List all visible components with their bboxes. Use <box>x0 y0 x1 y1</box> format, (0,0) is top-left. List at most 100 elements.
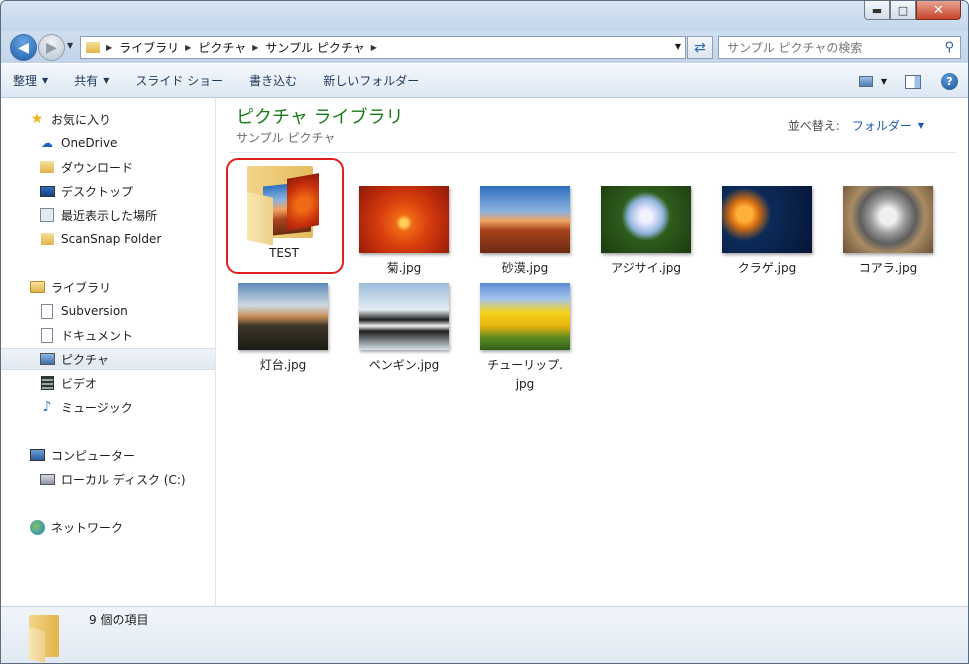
breadcrumb-label[interactable]: ピクチャ <box>198 39 246 56</box>
address-history-dropdown[interactable]: ▼ <box>675 42 681 51</box>
file-name: 砂漠.jpg <box>501 261 549 275</box>
sidebar-item-label: ScanSnap Folder <box>61 232 162 246</box>
computer-icon <box>29 447 45 463</box>
sidebar-item-recent-places[interactable]: 最近表示した場所 <box>1 204 215 226</box>
address-bar-area: ◀ ▶ ▼ ▶ ライブラリ ▶ ピクチャ ▶ サンプル ピクチャ ▶ ▼ ⇄ サ… <box>1 31 968 63</box>
sidebar-item-onedrive[interactable]: ☁ OneDrive <box>1 132 215 154</box>
file-item-koala[interactable]: コアラ.jpg <box>828 186 948 277</box>
folder-icon <box>39 231 55 247</box>
sidebar-item-videos[interactable]: ビデオ <box>1 372 215 394</box>
item-count: 9 個の項目 <box>89 613 149 627</box>
file-name: アジサイ.jpg <box>611 261 681 275</box>
preview-pane-icon[interactable] <box>905 74 921 89</box>
sidebar-header-libraries[interactable]: ライブラリ <box>1 276 215 298</box>
sidebar-item-label: OneDrive <box>61 136 118 150</box>
title-bar[interactable]: ▬ □ ✕ <box>1 1 968 31</box>
chevron-down-icon[interactable]: ▼ <box>918 121 924 130</box>
chevron-right-icon[interactable]: ▶ <box>106 43 112 52</box>
music-note-icon: ♪ <box>42 399 52 415</box>
view-controls: ▼ ? <box>858 73 958 90</box>
burn-button[interactable]: 書き込む <box>249 72 297 89</box>
refresh-button[interactable]: ⇄ <box>687 36 713 59</box>
sidebar-item-music[interactable]: ♪ ミュージック <box>1 396 215 418</box>
picture-icon <box>39 351 55 367</box>
desktop-icon <box>39 183 55 199</box>
search-input[interactable] <box>727 40 927 55</box>
minimize-button[interactable]: ▬ <box>864 1 890 20</box>
chevron-right-icon[interactable]: ▶ <box>252 43 258 52</box>
file-item-kurage[interactable]: クラゲ.jpg <box>707 186 827 277</box>
sidebar-header-network[interactable]: ネットワーク <box>1 516 215 538</box>
back-button[interactable]: ◀ <box>10 34 37 61</box>
file-item-sabaku[interactable]: 砂漠.jpg <box>465 186 585 277</box>
sidebar-item-scansnap[interactable]: ScanSnap Folder <box>1 228 215 250</box>
star-icon: ★ <box>30 111 44 127</box>
explorer-window: ▬ □ ✕ ◀ ▶ ▼ ▶ ライブラリ ▶ ピクチャ ▶ サンプル ピクチャ ▶ <box>0 0 969 664</box>
new-folder-button[interactable]: 新しいフォルダー <box>323 72 419 89</box>
folder-icon <box>243 162 325 246</box>
breadcrumb-label[interactable]: ライブラリ <box>119 39 179 56</box>
library-icon <box>29 279 45 295</box>
breadcrumb[interactable]: ▶ ライブラリ ▶ ピクチャ ▶ サンプル ピクチャ ▶ ▼ <box>80 36 686 59</box>
file-name: チューリップ. jpg <box>487 358 563 391</box>
sidebar-item-label: ドキュメント <box>61 328 134 343</box>
sidebar-item-label: お気に入り <box>51 112 112 127</box>
chevron-right-icon[interactable]: ▶ <box>371 43 377 52</box>
file-item-tulip[interactable]: チューリップ. jpg <box>465 283 585 394</box>
film-icon <box>39 375 55 391</box>
sidebar-header-favorites[interactable]: ★ お気に入り <box>1 108 215 130</box>
chevron-right-icon[interactable]: ▶ <box>185 43 191 52</box>
search-icon[interactable]: ⚲ <box>944 40 954 55</box>
breadcrumb-item-sample-pictures[interactable]: ▶ サンプル ピクチャ <box>252 39 365 56</box>
maximize-button[interactable]: □ <box>890 1 916 20</box>
sidebar-item-label: コンピューター <box>51 448 136 463</box>
sidebar-header-computer[interactable]: コンピューター <box>1 444 215 466</box>
window-controls: ▬ □ ✕ <box>864 1 961 20</box>
sidebar-item-label: 最近表示した場所 <box>61 208 158 223</box>
file-name: TEST <box>269 246 299 260</box>
refresh-icon: ⇄ <box>694 39 706 56</box>
document-icon <box>39 303 55 319</box>
chevron-down-icon: ▼ <box>42 76 49 85</box>
share-button[interactable]: 共有 ▼ <box>74 72 109 89</box>
breadcrumb-item-libraries[interactable]: ▶ ライブラリ <box>106 39 179 56</box>
file-item-toudai[interactable]: 灯台.jpg <box>223 283 343 374</box>
divider <box>229 152 957 153</box>
slideshow-button[interactable]: スライド ショー <box>135 72 223 89</box>
library-subtitle[interactable]: サンプル ピクチャ <box>236 129 335 146</box>
breadcrumb-item-end[interactable]: ▶ <box>371 43 384 52</box>
change-view-icon[interactable] <box>858 76 873 87</box>
arrow-left-icon: ◀ <box>18 39 29 56</box>
sidebar-item-downloads[interactable]: ダウンロード <box>1 156 215 178</box>
breadcrumb-item-pictures[interactable]: ▶ ピクチャ <box>185 39 246 56</box>
sidebar-item-documents[interactable]: ドキュメント <box>1 324 215 346</box>
image-thumbnail <box>480 283 570 350</box>
file-item-kiku[interactable]: 菊.jpg <box>344 186 464 277</box>
image-thumbnail <box>601 186 691 253</box>
sidebar-item-subversion[interactable]: Subversion <box>1 300 215 322</box>
sidebar-item-label: ローカル ディスク (C:) <box>61 472 186 487</box>
sidebar-item-pictures[interactable]: ピクチャ <box>1 348 215 370</box>
file-item-test-folder[interactable]: TEST <box>224 162 344 262</box>
file-list-pane[interactable]: ピクチャ ライブラリ サンプル ピクチャ 並べ替え: フォルダー ▼ TEST <box>217 98 968 606</box>
organize-label: 整理 <box>13 74 38 88</box>
recent-pages-dropdown[interactable]: ▼ <box>67 41 73 50</box>
sidebar-item-desktop[interactable]: デスクトップ <box>1 180 215 202</box>
library-title: ピクチャ ライブラリ <box>236 107 404 128</box>
folder-icon <box>86 42 100 53</box>
file-name: 菊.jpg <box>386 261 422 275</box>
navigation-pane[interactable]: ★ お気に入り ☁ OneDrive ダウンロード デスクトップ 最近表示した場… <box>1 98 216 606</box>
sidebar-item-label: デスクトップ <box>61 184 134 199</box>
help-icon[interactable]: ? <box>941 73 958 90</box>
file-item-pengin[interactable]: ペンギン.jpg <box>344 283 464 374</box>
forward-button[interactable]: ▶ <box>38 34 65 61</box>
file-item-ajisai[interactable]: アジサイ.jpg <box>586 186 706 277</box>
recent-places-icon <box>39 207 55 223</box>
arrange-by-dropdown[interactable]: フォルダー <box>852 117 912 134</box>
sidebar-item-local-disk[interactable]: ローカル ディスク (C:) <box>1 468 215 490</box>
search-box[interactable]: ⚲ <box>718 36 961 59</box>
close-button[interactable]: ✕ <box>916 1 961 20</box>
breadcrumb-label[interactable]: サンプル ピクチャ <box>265 39 364 56</box>
chevron-down-icon[interactable]: ▼ <box>881 77 887 86</box>
organize-button[interactable]: 整理 ▼ <box>13 72 48 89</box>
